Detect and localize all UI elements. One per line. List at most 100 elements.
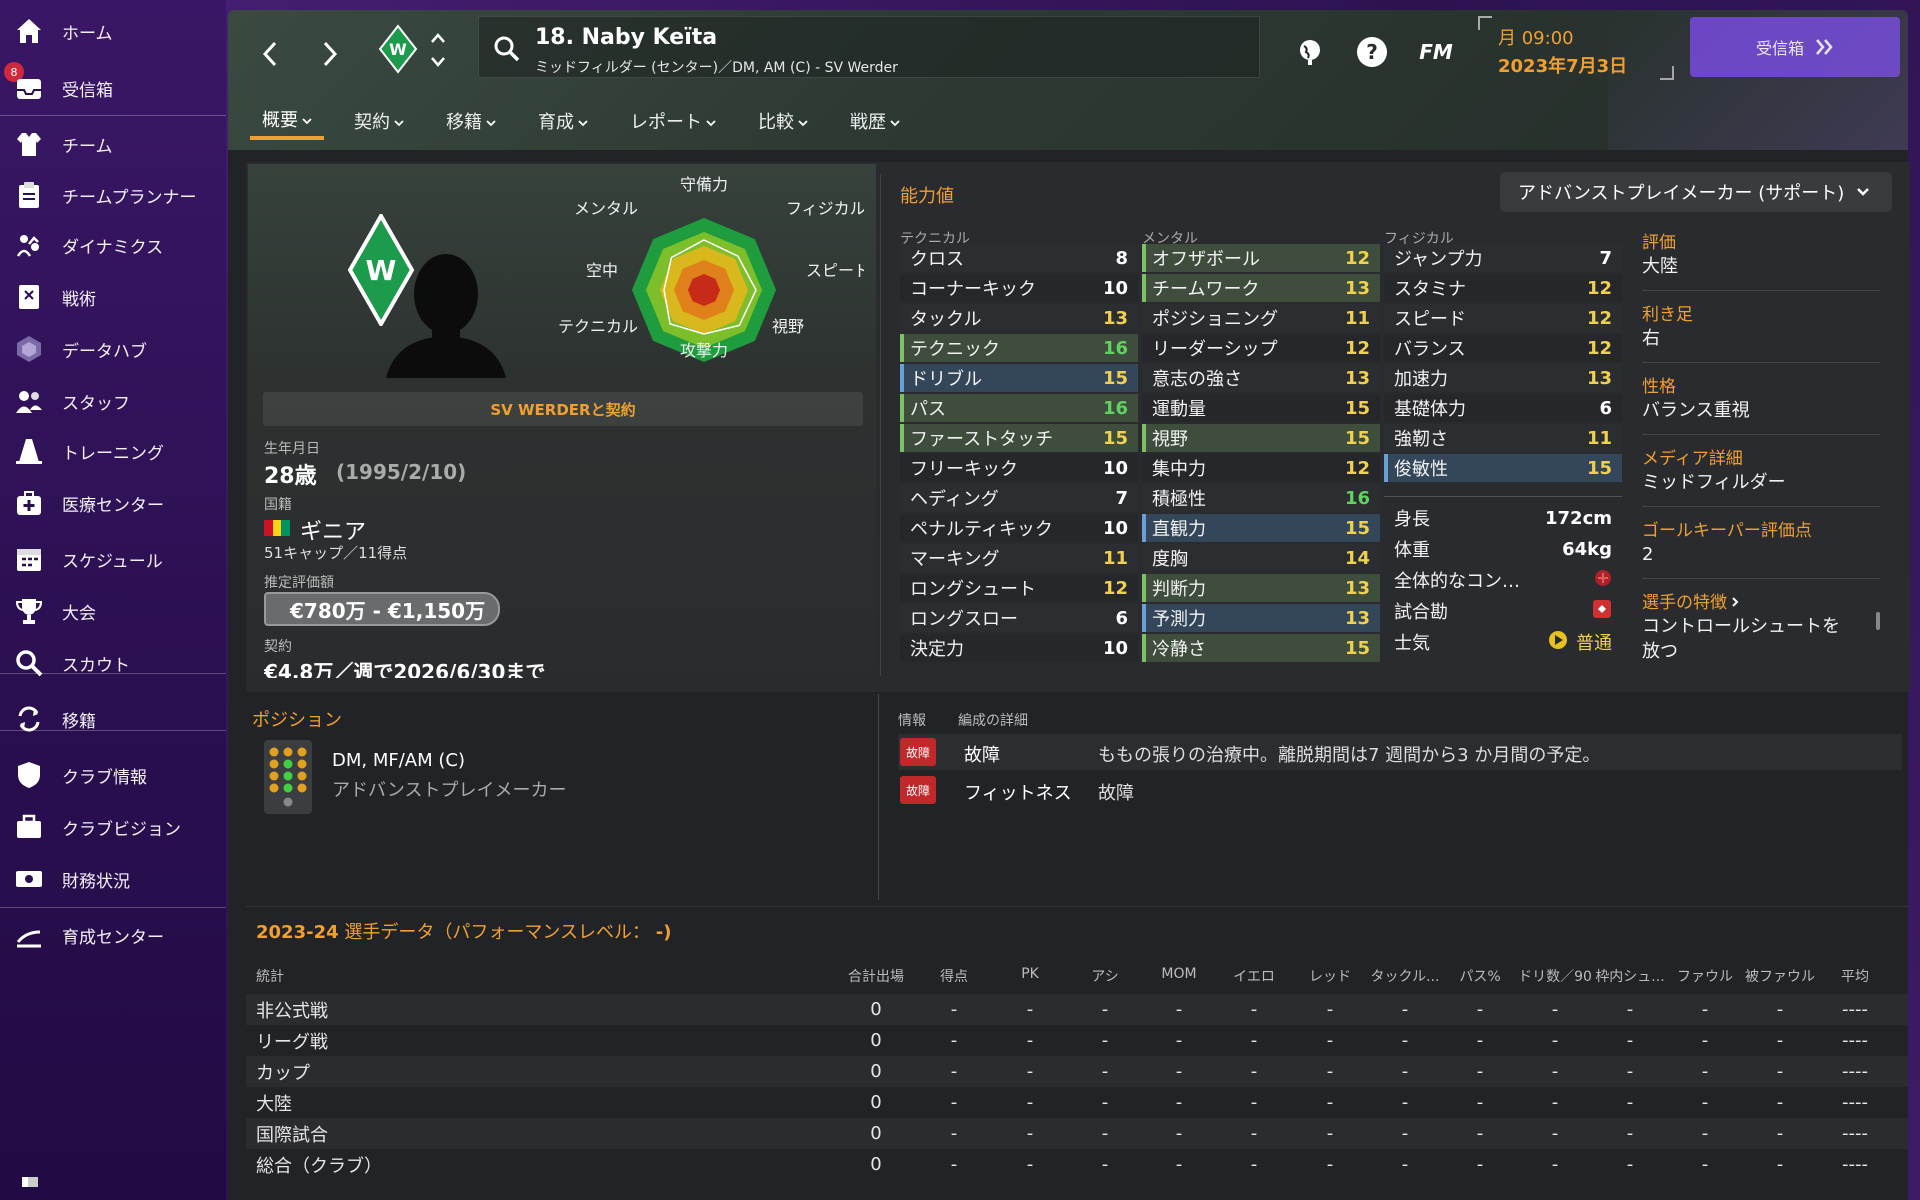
- contract-banner[interactable]: SV WERDERと契約: [263, 392, 863, 426]
- stats-header[interactable]: ドリ数／90: [1517, 966, 1593, 986]
- attribute-row-physical[interactable]: 強靭さ 11: [1384, 424, 1622, 452]
- sidebar-item-12[interactable]: スカウト: [0, 640, 226, 686]
- sidebar-item-1[interactable]: 受信箱: [0, 65, 226, 111]
- stats-header[interactable]: MOM: [1141, 966, 1217, 982]
- stats-row[interactable]: 非公式戦 0- - - - - - - - - - - - ----: [246, 994, 1908, 1025]
- attribute-row-mental[interactable]: 判断力 13: [1142, 574, 1380, 602]
- tab-squad-detail[interactable]: 編成の詳細: [958, 710, 1028, 730]
- stats-header[interactable]: タックル...: [1367, 966, 1443, 986]
- stats-header[interactable]: 被ファウル: [1742, 966, 1818, 986]
- status-row[interactable]: 故障 故障 ももの張りの治療中。離脱期間は7 週間から3 か月間の予定。: [898, 734, 1902, 770]
- sidebar-item-2[interactable]: チーム: [0, 121, 226, 167]
- attribute-row-technical[interactable]: ヘディング 7: [900, 484, 1138, 512]
- status-row[interactable]: 故障 フィットネス 故障: [898, 772, 1902, 808]
- player-search-box[interactable]: 18. Naby Keïta ミッドフィルダー (センター)／DM, AM (C…: [478, 16, 1260, 78]
- stats-header[interactable]: 得点: [916, 966, 992, 986]
- attribute-row-technical[interactable]: フリーキック 10: [900, 454, 1138, 482]
- attribute-row-physical[interactable]: 加速力 13: [1384, 364, 1622, 392]
- sidebar-item-16[interactable]: 財務状況: [0, 856, 226, 902]
- attribute-row-mental[interactable]: 意志の強さ 13: [1142, 364, 1380, 392]
- attribute-row-technical[interactable]: マーキング 11: [900, 544, 1138, 572]
- attribute-row-mental[interactable]: 積極性 16: [1142, 484, 1380, 512]
- sidebar-item-13[interactable]: 移籍: [0, 696, 226, 742]
- stats-row[interactable]: カップ 0- - - - - - - - - - - - ----: [246, 1056, 1908, 1087]
- world-globe-icon[interactable]: [1290, 32, 1330, 72]
- sidebar-item-5[interactable]: 戦術: [0, 274, 226, 320]
- stats-header[interactable]: 平均: [1817, 966, 1893, 986]
- attribute-row-mental[interactable]: オフザボール 12: [1142, 244, 1380, 272]
- tab-3[interactable]: 育成: [526, 102, 600, 140]
- stats-header[interactable]: 合計出場: [838, 966, 914, 986]
- attribute-row-technical[interactable]: ロングスロー 6: [900, 604, 1138, 632]
- attribute-row-technical[interactable]: タックル 13: [900, 304, 1138, 332]
- attribute-row-technical[interactable]: ファーストタッチ 15: [900, 424, 1138, 452]
- tab-info[interactable]: 情報: [898, 710, 926, 730]
- pitch-position-icon[interactable]: [264, 740, 312, 814]
- attribute-row-physical[interactable]: 基礎体力 6: [1384, 394, 1622, 422]
- attribute-row-technical[interactable]: ロングシュート 12: [900, 574, 1138, 602]
- tab-1[interactable]: 契約: [342, 102, 416, 140]
- stats-header[interactable]: PK: [992, 966, 1068, 982]
- attribute-row-technical[interactable]: ドリブル 15: [900, 364, 1138, 392]
- game-date[interactable]: 月 09:00 2023年7月3日: [1498, 24, 1627, 78]
- fm-logo[interactable]: FM: [1406, 32, 1466, 72]
- attribute-row-physical[interactable]: 俊敏性 15: [1384, 454, 1622, 482]
- stats-row[interactable]: 総合（クラブ） 0- - - - - - - - - - - - ----: [246, 1149, 1908, 1180]
- tab-6[interactable]: 戦歴: [838, 102, 912, 140]
- tab-5[interactable]: 比較: [746, 102, 820, 140]
- attribute-row-physical[interactable]: バランス 12: [1384, 334, 1622, 362]
- club-crest-icon[interactable]: W: [378, 24, 418, 74]
- sidebar-item-17[interactable]: 育成センター: [0, 912, 226, 958]
- player-switch-icon[interactable]: [428, 30, 448, 70]
- sidebar-item-7[interactable]: スタッフ: [0, 378, 226, 424]
- stats-header[interactable]: 統計: [256, 966, 284, 986]
- stats-header[interactable]: パス%: [1442, 966, 1518, 986]
- stats-header[interactable]: 枠内シュ...: [1592, 966, 1668, 986]
- attribute-row-mental[interactable]: 度胸 14: [1142, 544, 1380, 572]
- attribute-row-mental[interactable]: 運動量 15: [1142, 394, 1380, 422]
- attribute-row-physical[interactable]: スピード 12: [1384, 304, 1622, 332]
- sidebar-item-0[interactable]: ホーム: [0, 8, 226, 54]
- attribute-row-physical[interactable]: スタミナ 12: [1384, 274, 1622, 302]
- attribute-row-mental[interactable]: ポジショニング 11: [1142, 304, 1380, 332]
- stats-header[interactable]: アシ: [1067, 966, 1143, 986]
- sidebar-item-15[interactable]: クラブビジョン: [0, 804, 226, 850]
- help-icon[interactable]: ?: [1352, 32, 1392, 72]
- sidebar-item-3[interactable]: チームプランナー: [0, 172, 226, 218]
- attribute-row-technical[interactable]: ペナルティキック 10: [900, 514, 1138, 542]
- info-label[interactable]: 選手の特徴: [1642, 588, 1739, 613]
- attribute-row-mental[interactable]: 集中力 12: [1142, 454, 1380, 482]
- attribute-row-technical[interactable]: 決定力 10: [900, 634, 1138, 662]
- attribute-row-mental[interactable]: 予測力 13: [1142, 604, 1380, 632]
- stats-header[interactable]: イエロ: [1216, 966, 1292, 986]
- sidebar-item-8[interactable]: トレーニング: [0, 428, 226, 474]
- sidebar-item-6[interactable]: データハブ: [0, 326, 226, 372]
- tab-0[interactable]: 概要: [250, 102, 324, 140]
- sidebar-item-4[interactable]: ダイナミクス: [0, 222, 226, 268]
- sidebar-item-9[interactable]: 医療センター: [0, 480, 226, 526]
- info-scrollbar[interactable]: [1876, 612, 1880, 630]
- stats-header[interactable]: レッド: [1292, 966, 1368, 986]
- attribute-row-mental[interactable]: 冷静さ 15: [1142, 634, 1380, 662]
- role-select[interactable]: アドバンストプレイメーカー (サポート): [1500, 172, 1892, 212]
- attribute-row-technical[interactable]: コーナーキック 10: [900, 274, 1138, 302]
- sidebar-item-10[interactable]: スケジュール: [0, 536, 226, 582]
- continue-inbox-button[interactable]: 受信箱: [1690, 17, 1900, 77]
- back-arrow-icon[interactable]: [256, 36, 284, 72]
- stats-row[interactable]: リーグ戦 0- - - - - - - - - - - - ----: [246, 1025, 1908, 1056]
- attribute-row-mental[interactable]: 視野 15: [1142, 424, 1380, 452]
- attribute-row-technical[interactable]: クロス 8: [900, 244, 1138, 272]
- attribute-row-mental[interactable]: チームワーク 13: [1142, 274, 1380, 302]
- stats-row[interactable]: 大陸 0- - - - - - - - - - - - ----: [246, 1087, 1908, 1118]
- tab-2[interactable]: 移籍: [434, 102, 508, 140]
- forward-arrow-icon[interactable]: [316, 36, 344, 72]
- attribute-row-technical[interactable]: テクニック 16: [900, 334, 1138, 362]
- sidebar-item-14[interactable]: クラブ情報: [0, 752, 226, 798]
- attribute-row-mental[interactable]: 直観力 15: [1142, 514, 1380, 542]
- attribute-row-physical[interactable]: ジャンプ力 7: [1384, 244, 1622, 272]
- stats-header[interactable]: ファウル: [1667, 966, 1743, 986]
- sidebar-item-11[interactable]: 大会: [0, 588, 226, 634]
- tab-4[interactable]: レポート: [618, 102, 728, 140]
- attribute-row-technical[interactable]: パス 16: [900, 394, 1138, 422]
- sidebar-toggle-icon[interactable]: [22, 1172, 38, 1187]
